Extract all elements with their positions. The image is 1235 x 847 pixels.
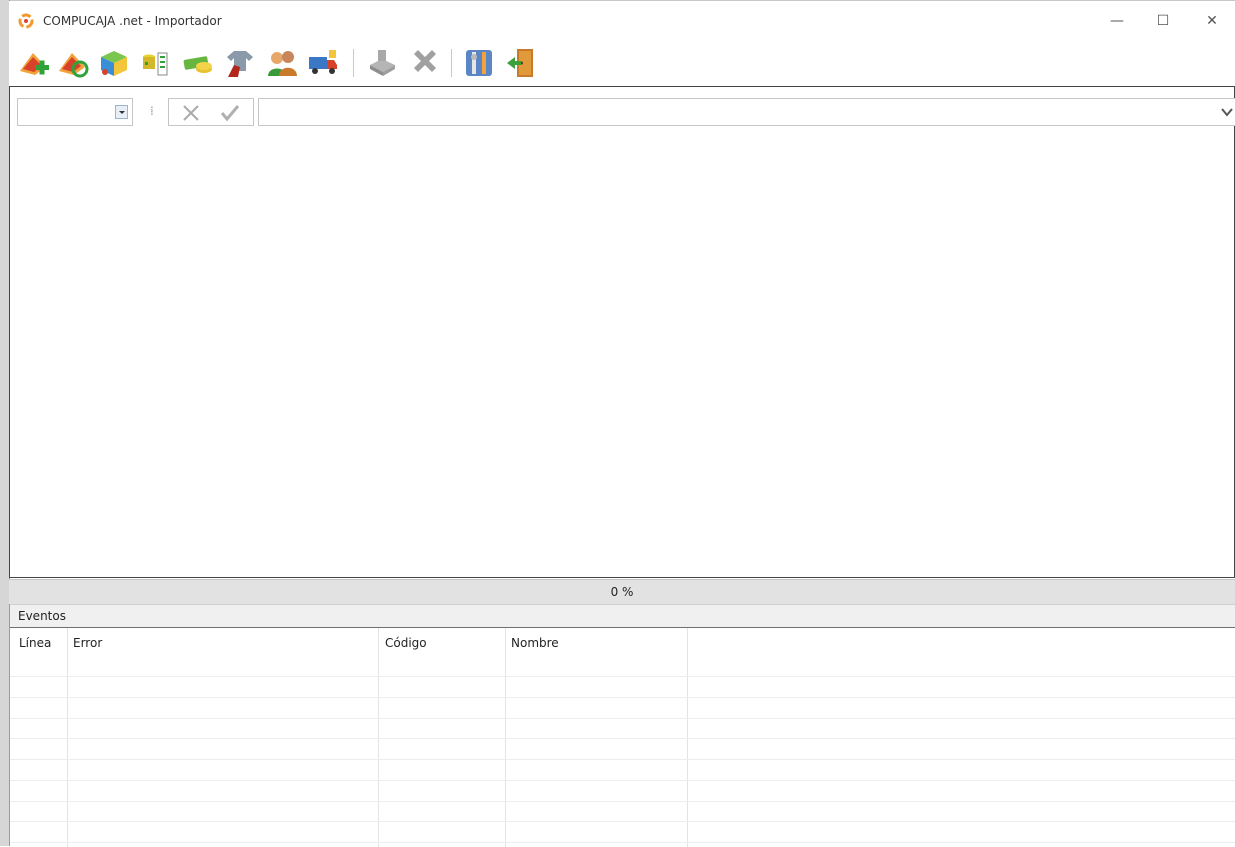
minimize-button[interactable]: — [1094, 1, 1140, 41]
data-grid[interactable]: ⁞ [9, 86, 1235, 578]
table-row [10, 759, 1235, 760]
toolbar-separator [353, 49, 354, 77]
product-cube-icon[interactable] [96, 45, 132, 81]
table-row [10, 738, 1235, 739]
progress-bar: 0 % [9, 579, 1235, 604]
table-row [10, 842, 1235, 843]
accept-check-icon[interactable] [220, 103, 240, 123]
events-title: Eventos [18, 609, 66, 623]
filter-input[interactable] [258, 98, 1235, 126]
column-header-error[interactable]: Error [73, 636, 102, 650]
combo-dropdown-icon[interactable] [115, 105, 128, 119]
exit-door-icon[interactable] [503, 45, 539, 81]
table-row [10, 676, 1235, 677]
title-bar[interactable]: COMPUCAJA .net - Importador — ☐ ✕ [9, 1, 1235, 41]
events-table[interactable]: Línea Error Código Nombre [10, 627, 1235, 847]
events-panel-header: Eventos [10, 604, 1235, 628]
progress-label: 0 % [610, 585, 634, 599]
toolbar-separator [451, 49, 452, 77]
column-header-codigo[interactable]: Código [385, 636, 427, 650]
table-row [10, 821, 1235, 822]
clothing-icon[interactable] [222, 45, 258, 81]
cancel-icon[interactable] [181, 103, 201, 123]
filter-row: ⁞ [16, 98, 1235, 128]
table-row [10, 780, 1235, 781]
import-refresh-icon[interactable] [54, 45, 90, 81]
filter-actions [168, 98, 254, 126]
filter-separator: ⁞ [150, 104, 154, 118]
table-row [10, 718, 1235, 719]
printer-icon[interactable] [364, 45, 400, 81]
import-add-icon[interactable] [15, 45, 51, 81]
main-toolbar [9, 41, 1235, 87]
delete-x-icon[interactable] [407, 45, 443, 81]
customers-icon[interactable] [264, 45, 300, 81]
column-header-nombre[interactable]: Nombre [511, 636, 559, 650]
maximize-button[interactable]: ☐ [1140, 1, 1186, 41]
database-list-icon[interactable] [137, 45, 173, 81]
chevron-down-icon[interactable] [1221, 106, 1233, 118]
table-row [10, 697, 1235, 698]
supplier-truck-icon[interactable] [305, 45, 341, 81]
filter-combo[interactable] [17, 98, 133, 126]
close-button[interactable]: ✕ [1189, 1, 1235, 41]
table-row [10, 801, 1235, 802]
money-coins-icon[interactable] [180, 45, 216, 81]
window-title: COMPUCAJA .net - Importador [43, 14, 222, 28]
column-header-linea[interactable]: Línea [19, 636, 51, 650]
app-logo-icon [18, 13, 34, 29]
settings-tools-icon[interactable] [461, 45, 497, 81]
